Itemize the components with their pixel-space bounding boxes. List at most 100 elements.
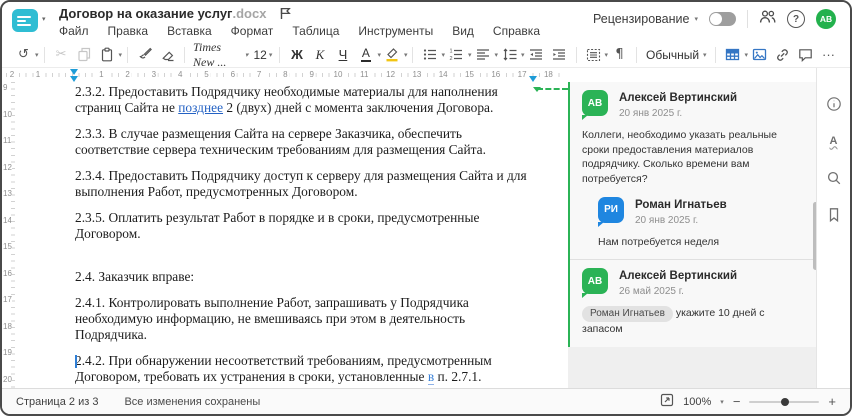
menu-format[interactable]: Формат bbox=[231, 24, 274, 38]
fit-page-icon[interactable] bbox=[660, 393, 674, 410]
document-info-icon[interactable] bbox=[825, 95, 842, 112]
help-icon[interactable]: ? bbox=[787, 10, 805, 28]
numbered-list-button[interactable]: 1 2 bbox=[445, 44, 468, 66]
comment-date: 26 май 2025 г. bbox=[619, 286, 684, 298]
zoom-out-button[interactable]: − bbox=[733, 395, 741, 408]
ruler-number: 7 bbox=[254, 70, 264, 79]
font-family-select[interactable]: Times New ... ▾ bbox=[190, 40, 251, 69]
zoom-slider-handle[interactable] bbox=[780, 397, 789, 406]
align-button[interactable] bbox=[472, 44, 495, 66]
bullet-list-button[interactable] bbox=[418, 44, 441, 66]
menu-file[interactable]: Файл bbox=[59, 24, 89, 38]
mention-pill[interactable]: Роман Игнатьев bbox=[582, 306, 673, 323]
insert-comment-button[interactable] bbox=[794, 44, 817, 66]
comment-card[interactable]: АВ Алексей Вертинский 26 май 2025 г. Ром… bbox=[570, 259, 820, 347]
reply-avatar: РИ bbox=[598, 196, 624, 227]
document-page[interactable]: 2.3.2. Предоставить Подрядчику необходим… bbox=[16, 82, 568, 388]
menu-help[interactable]: Справка bbox=[493, 24, 540, 38]
collaborators-icon[interactable] bbox=[759, 9, 776, 29]
comment-avatar: АВ bbox=[582, 268, 608, 299]
ruler-number: 5 bbox=[202, 70, 211, 79]
insert-image-button[interactable] bbox=[748, 44, 771, 66]
paragraph-settings-button[interactable] bbox=[582, 44, 605, 66]
ruler-number: 12 bbox=[3, 162, 12, 172]
comment-reply[interactable]: РИ Роман Игнатьев 20 янв 2025 г. Нам пот… bbox=[598, 196, 808, 250]
format-painter-button[interactable] bbox=[133, 44, 156, 66]
paragraph-2-3-5[interactable]: 2.3.5. Оплатить результат Работ в порядк… bbox=[75, 210, 536, 242]
reply-date: 20 янв 2025 г. bbox=[635, 214, 699, 226]
paragraph-2-4-2[interactable]: 2.4.2. При обнаружении несоответствий тр… bbox=[75, 353, 536, 385]
underline-button[interactable]: Ч bbox=[331, 44, 354, 66]
horizontal-ruler[interactable]: 2 1 1 2 3 4 5 6 7 8 9 10 11 12 13 14 15 16 17 18 bbox=[2, 68, 568, 83]
line-spacing-button[interactable] bbox=[498, 44, 521, 66]
search-icon[interactable] bbox=[825, 169, 842, 186]
formatting-marks-button[interactable]: ¶ bbox=[608, 44, 631, 66]
zoom-caret-icon[interactable]: ▾ bbox=[720, 398, 724, 406]
copy-button[interactable] bbox=[73, 44, 96, 66]
cut-button[interactable]: ✂ bbox=[50, 44, 73, 66]
commented-text[interactable]: позднее bbox=[178, 100, 223, 115]
paste-caret-icon[interactable]: ▾ bbox=[119, 51, 123, 59]
undo-button[interactable]: ↺ bbox=[12, 44, 35, 66]
ruler-number: 2 bbox=[7, 70, 17, 79]
font-color-button[interactable]: А bbox=[360, 46, 371, 63]
vertical-ruler[interactable]: 9 10 11 12 13 14 15 16 17 18 19 20 bbox=[2, 82, 17, 388]
bold-button[interactable]: Ж bbox=[285, 44, 308, 66]
insert-table-button[interactable] bbox=[721, 44, 744, 66]
toolbar-divider bbox=[636, 46, 638, 63]
first-line-indent-marker[interactable] bbox=[70, 69, 78, 75]
flag-icon[interactable] bbox=[280, 7, 292, 20]
decrease-indent-button[interactable] bbox=[525, 44, 548, 66]
paragraph-2-4[interactable]: 2.4. Заказчик вправе: bbox=[75, 269, 536, 285]
menu-tools[interactable]: Инструменты bbox=[358, 24, 433, 38]
chevron-down-icon: ▾ bbox=[244, 50, 249, 59]
undo-caret-icon[interactable]: ▾ bbox=[35, 51, 39, 59]
comment-author: Алексей Вертинский bbox=[619, 270, 738, 283]
paste-button[interactable] bbox=[96, 44, 119, 66]
zoom-level-value[interactable]: 100% bbox=[683, 396, 711, 408]
paragraph-text: 2 (двух) дней с момента заключения Догов… bbox=[223, 100, 494, 115]
user-avatar[interactable]: АВ bbox=[816, 9, 836, 29]
page-indicator[interactable]: Страница 2 из 3 bbox=[16, 396, 98, 408]
menu-insert[interactable]: Вставка bbox=[167, 24, 212, 38]
bookmark-icon[interactable] bbox=[825, 206, 842, 223]
document-title[interactable]: Договор на оказание услуг bbox=[59, 6, 232, 21]
app-logo-icon[interactable] bbox=[12, 9, 38, 32]
font-size-select[interactable]: 12 ▾ bbox=[251, 44, 274, 66]
paragraph-2-3-2[interactable]: 2.3.2. Предоставить Подрядчику необходим… bbox=[75, 84, 536, 116]
ruler-number: 10 bbox=[331, 70, 345, 79]
document-text[interactable]: 2.3.2. Предоставить Подрядчику необходим… bbox=[75, 84, 536, 388]
clear-format-eraser-button[interactable] bbox=[156, 44, 179, 66]
ruler-number: 3 bbox=[149, 70, 159, 79]
toolbar: ↺ ▾ ✂ ▾ Times New ... ▾ 12 ▾ Ж К Ч А ▾ ▾… bbox=[2, 40, 850, 69]
menu-table[interactable]: Таблица bbox=[292, 24, 339, 38]
menu-view[interactable]: Вид bbox=[452, 24, 474, 38]
app-menu-caret-icon[interactable]: ▾ bbox=[42, 15, 46, 23]
menu-edit[interactable]: Правка bbox=[108, 24, 149, 38]
review-label: Рецензирование bbox=[592, 12, 690, 26]
paragraph-2-3-4[interactable]: 2.3.4. Предоставить Подрядчику доступ к … bbox=[75, 168, 536, 200]
review-toggle[interactable] bbox=[709, 12, 736, 26]
paragraph-2-4-1[interactable]: 2.4.1. Контролировать выполнение Работ, … bbox=[75, 295, 536, 343]
reply-text: Нам потребуется неделя bbox=[598, 235, 720, 248]
comment-text: Коллеги, необходимо указать реальные сро… bbox=[582, 129, 777, 186]
ruler-number: 13 bbox=[410, 70, 424, 79]
comment-date: 20 янв 2025 г. bbox=[619, 108, 683, 119]
comment-card[interactable]: АВ Алексей Вертинский 20 янв 2025 г. Кол… bbox=[570, 82, 820, 259]
highlight-caret-icon[interactable]: ▾ bbox=[404, 51, 408, 59]
insert-link-button[interactable] bbox=[771, 44, 794, 66]
increase-indent-button[interactable] bbox=[548, 44, 571, 66]
spellcheck-icon[interactable]: А bbox=[825, 132, 842, 149]
ruler-number: 1 bbox=[97, 70, 106, 79]
review-mode-dropdown[interactable]: Рецензирование ▾ bbox=[593, 12, 698, 26]
ruler-number: 12 bbox=[384, 70, 398, 79]
italic-button[interactable]: К bbox=[308, 44, 331, 66]
zoom-slider[interactable] bbox=[749, 397, 820, 406]
toolbar-divider bbox=[43, 46, 45, 63]
paragraph-style-select[interactable]: Обычный ▾ bbox=[642, 44, 710, 66]
zoom-in-button[interactable]: + bbox=[828, 395, 836, 408]
highlight-color-button[interactable] bbox=[381, 44, 404, 66]
paragraph-2-3-3[interactable]: 2.3.3. В случае размещения Сайта на серв… bbox=[75, 126, 536, 158]
font-family-value: Times New ... bbox=[193, 39, 227, 69]
more-tools-button[interactable]: ··· bbox=[817, 44, 840, 66]
